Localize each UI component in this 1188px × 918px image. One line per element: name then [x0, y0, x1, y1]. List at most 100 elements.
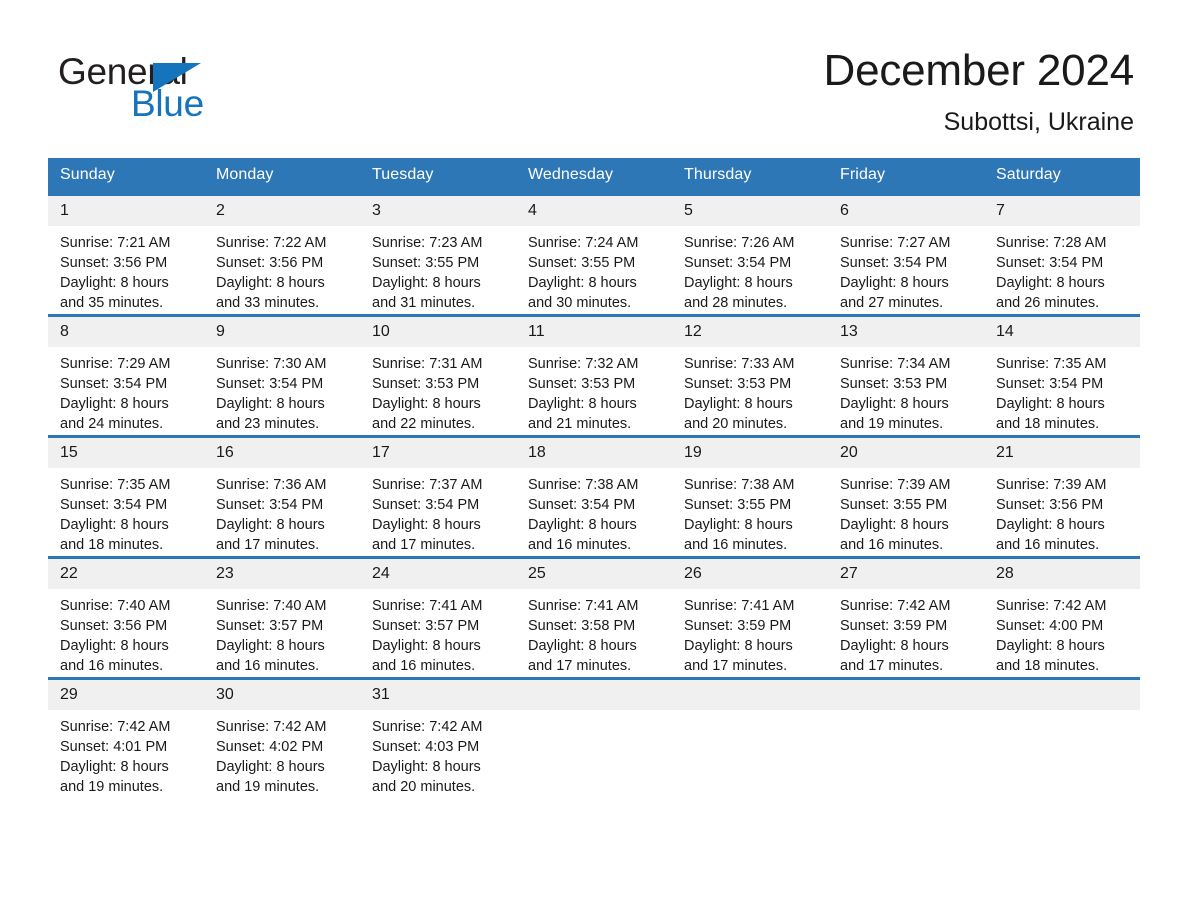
sunset-text: Sunset: 3:59 PM	[684, 618, 792, 634]
day-cell[interactable]: 5 Sunrise: 7:26 AM Sunset: 3:54 PM Dayli…	[672, 193, 828, 316]
day-number	[516, 680, 672, 710]
daylight-text-line1: Daylight: 8 hours	[840, 638, 949, 654]
daylight-text-line2: and 23 minutes.	[216, 416, 320, 432]
daylight-text-line1: Daylight: 8 hours	[372, 396, 481, 412]
sunrise-text: Sunrise: 7:38 AM	[684, 477, 795, 493]
daylight-text-line1: Daylight: 8 hours	[372, 759, 481, 775]
daylight-text-line2: and 33 minutes.	[216, 295, 320, 311]
daylight-text-line1: Daylight: 8 hours	[60, 396, 169, 412]
daylight-text-line1: Daylight: 8 hours	[684, 275, 793, 291]
calendar-header-row: Sunday Monday Tuesday Wednesday Thursday…	[48, 158, 1140, 195]
daylight-text-line2: and 17 minutes.	[372, 537, 476, 553]
day-cell[interactable]: 2 Sunrise: 7:22 AM Sunset: 3:56 PM Dayli…	[204, 193, 360, 316]
day-info: Sunrise: 7:38 AM Sunset: 3:54 PM Dayligh…	[516, 468, 672, 555]
daylight-text-line2: and 18 minutes.	[996, 658, 1100, 674]
sunset-text: Sunset: 3:55 PM	[684, 497, 792, 513]
daylight-text-line1: Daylight: 8 hours	[60, 638, 169, 654]
day-number	[672, 680, 828, 710]
daylight-text-line1: Daylight: 8 hours	[840, 517, 949, 533]
daylight-text-line1: Daylight: 8 hours	[528, 638, 637, 654]
day-cell[interactable]: 12 Sunrise: 7:33 AM Sunset: 3:53 PM Dayl…	[672, 314, 828, 437]
daylight-text-line2: and 20 minutes.	[684, 416, 788, 432]
sunrise-text: Sunrise: 7:37 AM	[372, 477, 483, 493]
day-info	[984, 710, 1140, 717]
day-cell[interactable]: 18 Sunrise: 7:38 AM Sunset: 3:54 PM Dayl…	[516, 435, 672, 558]
daylight-text-line2: and 22 minutes.	[372, 416, 476, 432]
day-cell[interactable]: 3 Sunrise: 7:23 AM Sunset: 3:55 PM Dayli…	[360, 193, 516, 316]
daylight-text-line2: and 16 minutes.	[684, 537, 788, 553]
day-cell[interactable]: 25 Sunrise: 7:41 AM Sunset: 3:58 PM Dayl…	[516, 556, 672, 679]
calendar-week-row: 8 Sunrise: 7:29 AM Sunset: 3:54 PM Dayli…	[48, 314, 1140, 437]
daylight-text-line1: Daylight: 8 hours	[216, 517, 325, 533]
generalblue-logo[interactable]: General Blue	[58, 52, 288, 124]
day-cell[interactable]: 11 Sunrise: 7:32 AM Sunset: 3:53 PM Dayl…	[516, 314, 672, 437]
day-cell[interactable]: 4 Sunrise: 7:24 AM Sunset: 3:55 PM Dayli…	[516, 193, 672, 316]
daylight-text-line1: Daylight: 8 hours	[840, 396, 949, 412]
sunrise-text: Sunrise: 7:39 AM	[996, 477, 1107, 493]
day-cell[interactable]: 10 Sunrise: 7:31 AM Sunset: 3:53 PM Dayl…	[360, 314, 516, 437]
daylight-text-line1: Daylight: 8 hours	[996, 275, 1105, 291]
sunrise-text: Sunrise: 7:41 AM	[684, 598, 795, 614]
day-number: 18	[516, 438, 672, 468]
daylight-text-line2: and 27 minutes.	[840, 295, 944, 311]
sunrise-text: Sunrise: 7:41 AM	[372, 598, 483, 614]
daylight-text-line2: and 16 minutes.	[372, 658, 476, 674]
sunset-text: Sunset: 3:56 PM	[60, 255, 168, 271]
day-cell[interactable]: 15 Sunrise: 7:35 AM Sunset: 3:54 PM Dayl…	[48, 435, 204, 558]
sunrise-text: Sunrise: 7:42 AM	[840, 598, 951, 614]
day-cell[interactable]: 6 Sunrise: 7:27 AM Sunset: 3:54 PM Dayli…	[828, 193, 984, 316]
day-cell[interactable]: 14 Sunrise: 7:35 AM Sunset: 3:54 PM Dayl…	[984, 314, 1140, 437]
daylight-text-line1: Daylight: 8 hours	[60, 275, 169, 291]
day-cell[interactable]: 13 Sunrise: 7:34 AM Sunset: 3:53 PM Dayl…	[828, 314, 984, 437]
sunrise-text: Sunrise: 7:31 AM	[372, 356, 483, 372]
day-cell[interactable]: 28 Sunrise: 7:42 AM Sunset: 4:00 PM Dayl…	[984, 556, 1140, 679]
page-header: General Blue December 2024 Subottsi, Ukr…	[0, 0, 1188, 150]
sunset-text: Sunset: 3:56 PM	[216, 255, 324, 271]
daylight-text-line1: Daylight: 8 hours	[372, 275, 481, 291]
sunset-text: Sunset: 3:53 PM	[684, 376, 792, 392]
daylight-text-line2: and 26 minutes.	[996, 295, 1100, 311]
sunset-text: Sunset: 3:54 PM	[528, 497, 636, 513]
day-cell[interactable]: 23 Sunrise: 7:40 AM Sunset: 3:57 PM Dayl…	[204, 556, 360, 679]
day-cell[interactable]: 8 Sunrise: 7:29 AM Sunset: 3:54 PM Dayli…	[48, 314, 204, 437]
daylight-text-line1: Daylight: 8 hours	[840, 275, 949, 291]
calendar-week-row: 15 Sunrise: 7:35 AM Sunset: 3:54 PM Dayl…	[48, 435, 1140, 558]
day-cell[interactable]: 16 Sunrise: 7:36 AM Sunset: 3:54 PM Dayl…	[204, 435, 360, 558]
day-number: 11	[516, 317, 672, 347]
day-cell[interactable]: 1 Sunrise: 7:21 AM Sunset: 3:56 PM Dayli…	[48, 193, 204, 316]
day-cell[interactable]: 31 Sunrise: 7:42 AM Sunset: 4:03 PM Dayl…	[360, 677, 516, 798]
day-number: 20	[828, 438, 984, 468]
day-cell[interactable]: 30 Sunrise: 7:42 AM Sunset: 4:02 PM Dayl…	[204, 677, 360, 798]
day-cell[interactable]: 7 Sunrise: 7:28 AM Sunset: 3:54 PM Dayli…	[984, 193, 1140, 316]
day-info: Sunrise: 7:40 AM Sunset: 3:57 PM Dayligh…	[204, 589, 360, 676]
day-cell[interactable]: 17 Sunrise: 7:37 AM Sunset: 3:54 PM Dayl…	[360, 435, 516, 558]
day-cell[interactable]: 26 Sunrise: 7:41 AM Sunset: 3:59 PM Dayl…	[672, 556, 828, 679]
day-info: Sunrise: 7:28 AM Sunset: 3:54 PM Dayligh…	[984, 226, 1140, 313]
day-cell[interactable]: 29 Sunrise: 7:42 AM Sunset: 4:01 PM Dayl…	[48, 677, 204, 798]
column-header-friday: Friday	[828, 158, 984, 195]
sunrise-text: Sunrise: 7:42 AM	[372, 719, 483, 735]
sunrise-text: Sunrise: 7:32 AM	[528, 356, 639, 372]
day-info: Sunrise: 7:40 AM Sunset: 3:56 PM Dayligh…	[48, 589, 204, 676]
sunset-text: Sunset: 3:54 PM	[840, 255, 948, 271]
day-cell[interactable]: 20 Sunrise: 7:39 AM Sunset: 3:55 PM Dayl…	[828, 435, 984, 558]
day-cell[interactable]: 24 Sunrise: 7:41 AM Sunset: 3:57 PM Dayl…	[360, 556, 516, 679]
day-cell[interactable]: 27 Sunrise: 7:42 AM Sunset: 3:59 PM Dayl…	[828, 556, 984, 679]
sunset-text: Sunset: 4:00 PM	[996, 618, 1104, 634]
daylight-text-line1: Daylight: 8 hours	[216, 759, 325, 775]
sunrise-text: Sunrise: 7:42 AM	[996, 598, 1107, 614]
day-info: Sunrise: 7:41 AM Sunset: 3:59 PM Dayligh…	[672, 589, 828, 676]
sunrise-text: Sunrise: 7:26 AM	[684, 235, 795, 251]
day-cell[interactable]: 19 Sunrise: 7:38 AM Sunset: 3:55 PM Dayl…	[672, 435, 828, 558]
day-info: Sunrise: 7:31 AM Sunset: 3:53 PM Dayligh…	[360, 347, 516, 434]
day-number: 4	[516, 196, 672, 226]
day-cell[interactable]: 9 Sunrise: 7:30 AM Sunset: 3:54 PM Dayli…	[204, 314, 360, 437]
day-info: Sunrise: 7:33 AM Sunset: 3:53 PM Dayligh…	[672, 347, 828, 434]
day-info: Sunrise: 7:39 AM Sunset: 3:55 PM Dayligh…	[828, 468, 984, 555]
daylight-text-line2: and 16 minutes.	[216, 658, 320, 674]
day-cell[interactable]: 22 Sunrise: 7:40 AM Sunset: 3:56 PM Dayl…	[48, 556, 204, 679]
day-number: 10	[360, 317, 516, 347]
day-info: Sunrise: 7:42 AM Sunset: 4:01 PM Dayligh…	[48, 710, 204, 797]
day-number: 27	[828, 559, 984, 589]
day-cell[interactable]: 21 Sunrise: 7:39 AM Sunset: 3:56 PM Dayl…	[984, 435, 1140, 558]
